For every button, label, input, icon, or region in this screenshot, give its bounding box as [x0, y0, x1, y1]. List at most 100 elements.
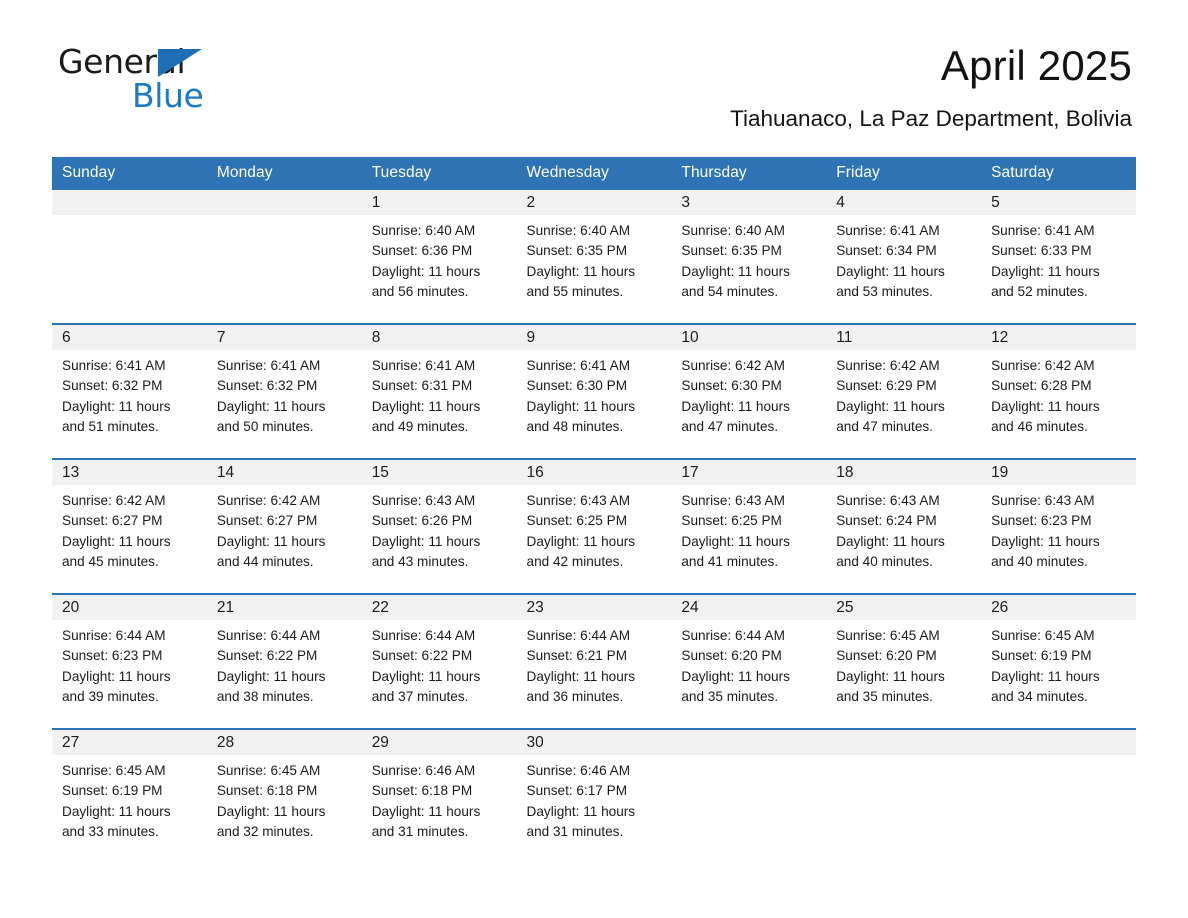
day-details: Sunrise: 6:43 AM Sunset: 6:25 PM Dayligh… [517, 485, 672, 572]
sunset-text: Sunset: 6:22 PM [371, 648, 473, 664]
day-details: Sunrise: 6:46 AM Sunset: 6:17 PM Dayligh… [517, 755, 672, 842]
day-cell[interactable]: 2 Sunrise: 6:40 AM Sunset: 6:35 PM Dayli… [516, 190, 672, 324]
day-details [826, 755, 981, 761]
daylight-text-line2: and 38 minutes. [216, 688, 314, 704]
day-cell[interactable]: 3 Sunrise: 6:40 AM Sunset: 6:35 PM Dayli… [671, 190, 827, 324]
day-cell[interactable]: 10 Sunrise: 6:42 AM Sunset: 6:30 PM Dayl… [671, 323, 827, 459]
day-details: Sunrise: 6:45 AM Sunset: 6:20 PM Dayligh… [826, 620, 981, 707]
day-cell[interactable]: 11 Sunrise: 6:42 AM Sunset: 6:29 PM Dayl… [826, 323, 982, 459]
sunrise-text: Sunrise: 6:41 AM [62, 358, 166, 373]
day-cell[interactable]: 7 Sunrise: 6:41 AM Sunset: 6:32 PM Dayli… [206, 323, 362, 459]
day-details: Sunrise: 6:41 AM Sunset: 6:34 PM Dayligh… [826, 215, 981, 302]
day-cell[interactable]: 29 Sunrise: 6:46 AM Sunset: 6:18 PM Dayl… [361, 728, 517, 863]
daylight-text-line2: and 41 minutes. [681, 553, 779, 569]
day-cell[interactable]: 6 Sunrise: 6:41 AM Sunset: 6:32 PM Dayli… [52, 323, 207, 459]
week-row: 20 Sunrise: 6:44 AM Sunset: 6:23 PM Dayl… [52, 593, 1136, 729]
day-cell[interactable] [671, 728, 827, 863]
day-number: 9 [516, 325, 672, 350]
sunset-text: Sunset: 6:28 PM [991, 378, 1092, 394]
weekday-header-wednesday: Wednesday [516, 157, 672, 190]
daylight-text-line1: Daylight: 11 hours [371, 668, 481, 684]
sunset-text: Sunset: 6:32 PM [216, 378, 318, 394]
day-cell[interactable]: 22 Sunrise: 6:44 AM Sunset: 6:22 PM Dayl… [361, 593, 517, 729]
day-cell[interactable]: 24 Sunrise: 6:44 AM Sunset: 6:20 PM Dayl… [671, 593, 827, 729]
daylight-text-line2: and 39 minutes. [62, 688, 159, 704]
day-cell[interactable]: 13 Sunrise: 6:42 AM Sunset: 6:27 PM Dayl… [52, 458, 207, 594]
general-blue-logo[interactable]: General Blue [58, 44, 318, 116]
day-cell[interactable] [981, 728, 1136, 863]
day-cell[interactable]: 15 Sunrise: 6:43 AM Sunset: 6:26 PM Dayl… [361, 458, 517, 594]
sunrise-text: Sunrise: 6:41 AM [991, 223, 1095, 238]
daylight-text-line2: and 51 minutes. [62, 418, 159, 434]
day-cell[interactable]: 21 Sunrise: 6:44 AM Sunset: 6:22 PM Dayl… [206, 593, 362, 729]
daylight-text-line1: Daylight: 11 hours [681, 398, 790, 414]
daylight-text-line1: Daylight: 11 hours [836, 533, 945, 549]
logo-triangle-icon [158, 49, 202, 77]
sunset-text: Sunset: 6:30 PM [526, 378, 628, 394]
daylight-text-line1: Daylight: 11 hours [216, 398, 326, 414]
day-details: Sunrise: 6:44 AM Sunset: 6:23 PM Dayligh… [52, 620, 207, 707]
daylight-text-line1: Daylight: 11 hours [991, 668, 1100, 684]
daylight-text-line2: and 44 minutes. [216, 553, 314, 569]
day-details: Sunrise: 6:46 AM Sunset: 6:18 PM Dayligh… [362, 755, 517, 842]
day-cell[interactable]: 4 Sunrise: 6:41 AM Sunset: 6:34 PM Dayli… [826, 190, 982, 324]
day-cell[interactable] [206, 190, 362, 324]
daylight-text-line1: Daylight: 11 hours [681, 263, 790, 279]
day-cell[interactable]: 1 Sunrise: 6:40 AM Sunset: 6:36 PM Dayli… [361, 190, 517, 324]
weekday-header-tuesday: Tuesday [361, 157, 517, 190]
day-number: 16 [516, 460, 672, 485]
day-cell[interactable]: 28 Sunrise: 6:45 AM Sunset: 6:18 PM Dayl… [206, 728, 362, 863]
sunrise-text: Sunrise: 6:45 AM [991, 628, 1095, 643]
day-number: 20 [52, 595, 207, 620]
sunset-text: Sunset: 6:32 PM [62, 378, 163, 394]
daylight-text-line1: Daylight: 11 hours [216, 803, 326, 819]
daylight-text-line1: Daylight: 11 hours [62, 398, 171, 414]
day-cell[interactable]: 16 Sunrise: 6:43 AM Sunset: 6:25 PM Dayl… [516, 458, 672, 594]
day-details [52, 215, 207, 221]
week-row: 1 Sunrise: 6:40 AM Sunset: 6:36 PM Dayli… [52, 190, 1136, 324]
day-cell[interactable]: 12 Sunrise: 6:42 AM Sunset: 6:28 PM Dayl… [981, 323, 1136, 459]
day-cell[interactable]: 26 Sunrise: 6:45 AM Sunset: 6:19 PM Dayl… [981, 593, 1136, 729]
day-details [981, 755, 1136, 761]
sunrise-text: Sunrise: 6:44 AM [216, 628, 321, 643]
sunrise-text: Sunrise: 6:40 AM [681, 223, 785, 238]
daylight-text-line1: Daylight: 11 hours [216, 668, 326, 684]
day-number: 28 [206, 730, 362, 755]
sunrise-text: Sunrise: 6:42 AM [62, 493, 166, 508]
day-cell[interactable]: 18 Sunrise: 6:43 AM Sunset: 6:24 PM Dayl… [826, 458, 982, 594]
day-cell[interactable]: 9 Sunrise: 6:41 AM Sunset: 6:30 PM Dayli… [516, 323, 672, 459]
day-cell[interactable]: 23 Sunrise: 6:44 AM Sunset: 6:21 PM Dayl… [516, 593, 672, 729]
sunset-text: Sunset: 6:34 PM [836, 243, 937, 259]
day-cell[interactable]: 5 Sunrise: 6:41 AM Sunset: 6:33 PM Dayli… [981, 190, 1136, 324]
day-cell[interactable]: 20 Sunrise: 6:44 AM Sunset: 6:23 PM Dayl… [52, 593, 207, 729]
day-cell[interactable]: 19 Sunrise: 6:43 AM Sunset: 6:23 PM Dayl… [981, 458, 1136, 594]
day-cell[interactable]: 8 Sunrise: 6:41 AM Sunset: 6:31 PM Dayli… [361, 323, 517, 459]
day-cell[interactable]: 14 Sunrise: 6:42 AM Sunset: 6:27 PM Dayl… [206, 458, 362, 594]
calendar-body: 1 Sunrise: 6:40 AM Sunset: 6:36 PM Dayli… [52, 190, 1136, 863]
day-details: Sunrise: 6:45 AM Sunset: 6:19 PM Dayligh… [52, 755, 207, 842]
daylight-text-line1: Daylight: 11 hours [371, 398, 481, 414]
daylight-text-line2: and 40 minutes. [991, 553, 1088, 569]
day-details: Sunrise: 6:41 AM Sunset: 6:32 PM Dayligh… [207, 350, 362, 437]
day-cell[interactable]: 30 Sunrise: 6:46 AM Sunset: 6:17 PM Dayl… [516, 728, 672, 863]
location-subtitle: Tiahuanaco, La Paz Department, Bolivia [730, 106, 1132, 131]
day-cell[interactable]: 27 Sunrise: 6:45 AM Sunset: 6:19 PM Dayl… [52, 728, 207, 863]
day-cell[interactable] [826, 728, 982, 863]
daylight-text-line1: Daylight: 11 hours [991, 398, 1100, 414]
day-cell[interactable]: 25 Sunrise: 6:45 AM Sunset: 6:20 PM Dayl… [826, 593, 982, 729]
day-cell[interactable] [52, 190, 207, 324]
day-details: Sunrise: 6:40 AM Sunset: 6:35 PM Dayligh… [671, 215, 826, 302]
day-cell[interactable]: 17 Sunrise: 6:43 AM Sunset: 6:25 PM Dayl… [671, 458, 827, 594]
daylight-text-line1: Daylight: 11 hours [62, 533, 171, 549]
day-number: 6 [52, 325, 207, 350]
day-number [206, 190, 362, 215]
day-details: Sunrise: 6:42 AM Sunset: 6:29 PM Dayligh… [826, 350, 981, 437]
week-row: 13 Sunrise: 6:42 AM Sunset: 6:27 PM Dayl… [52, 458, 1136, 594]
week-row: 6 Sunrise: 6:41 AM Sunset: 6:32 PM Dayli… [52, 323, 1136, 459]
daylight-text-line1: Daylight: 11 hours [836, 263, 945, 279]
daylight-text-line1: Daylight: 11 hours [681, 668, 790, 684]
daylight-text-line2: and 33 minutes. [62, 823, 159, 839]
day-number: 21 [206, 595, 362, 620]
sunset-text: Sunset: 6:27 PM [216, 513, 318, 529]
sunset-text: Sunset: 6:29 PM [836, 378, 937, 394]
